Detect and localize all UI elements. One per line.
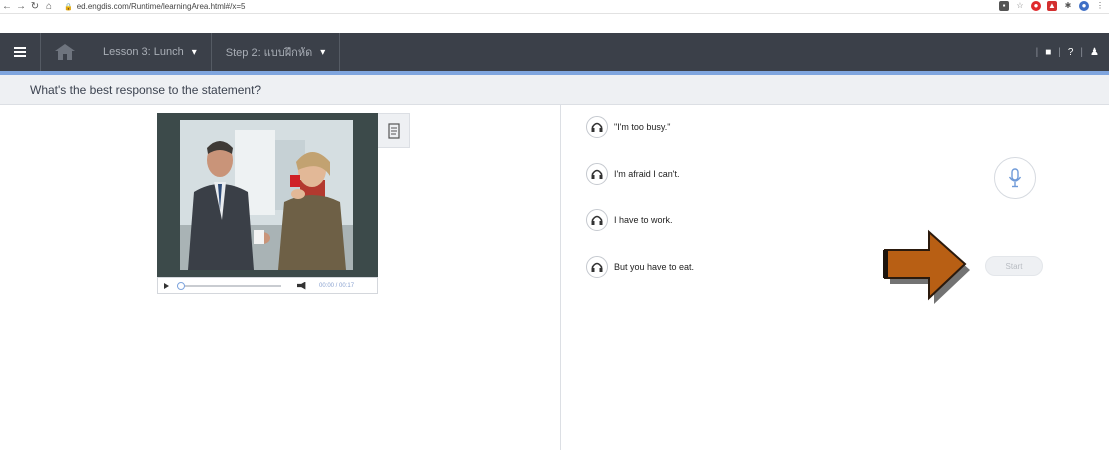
answer-text: I have to work. (614, 215, 673, 225)
instruction-text: What's the best response to the statemen… (30, 82, 262, 97)
puzzle-icon[interactable]: ✱ (1063, 1, 1073, 11)
annotation-arrow-icon (883, 229, 970, 304)
lesson-selector[interactable]: Lesson 3: Lunch ▾ (89, 33, 212, 71)
reload-icon[interactable]: ↻ (28, 0, 42, 14)
pdf-extension-icon[interactable]: ▲ (1047, 1, 1057, 11)
answer-option[interactable]: I have to work. (586, 209, 673, 231)
address-bar[interactable]: 🔒 ed.engdis.com/Runtime/learningArea.htm… (64, 2, 245, 11)
star-icon[interactable]: ☆ (1015, 1, 1025, 11)
url-text: ed.engdis.com/Runtime/learningArea.html#… (76, 2, 246, 11)
hamburger-icon (14, 47, 26, 57)
answer-text: I'm afraid I can't. (614, 169, 680, 179)
house-icon (55, 44, 75, 60)
volume-icon[interactable] (297, 281, 306, 290)
more-icon[interactable]: ⋮ (1095, 1, 1105, 11)
play-icon[interactable] (164, 282, 169, 289)
back-icon[interactable]: ← (0, 0, 14, 14)
microphone-button[interactable] (994, 157, 1036, 199)
browser-toolbar: ← → ↻ ⌂ 🔒 ed.engdis.com/Runtime/learning… (0, 0, 1109, 14)
stop-extension-icon[interactable]: ● (1031, 1, 1041, 11)
answer-option[interactable]: "I'm too busy." (586, 116, 670, 138)
video-still-image (180, 120, 353, 270)
seek-handle[interactable] (177, 281, 185, 290)
seek-bar[interactable] (177, 281, 281, 290)
answer-option[interactable]: I'm afraid I can't. (586, 163, 679, 185)
start-button[interactable]: Start (985, 256, 1043, 276)
chevron-down-icon: ▾ (191, 46, 197, 58)
headphones-icon[interactable] (586, 209, 608, 231)
media-controls: 00:00 / 00:17 (157, 277, 378, 294)
answer-option[interactable]: But you have to eat. (586, 256, 694, 278)
answer-text: "I'm too busy." (614, 122, 671, 132)
headphones-icon[interactable] (586, 163, 608, 185)
user-icon[interactable]: ♟ (1090, 47, 1099, 58)
tools-separator: | (1080, 46, 1084, 58)
app-header: Lesson 3: Lunch ▾ Step 2: แบบฝึกหัด ▾ | … (0, 33, 1109, 71)
script-button[interactable] (378, 113, 410, 148)
script-icon (387, 122, 400, 139)
profile-icon[interactable]: ● (1079, 1, 1089, 11)
instruction-bar: What's the best response to the statemen… (0, 75, 1109, 105)
tools-separator: | (1058, 46, 1061, 58)
step-label: Step 2: แบบฝึกหัด (225, 47, 313, 59)
inbox-icon[interactable]: ■ (1045, 47, 1051, 58)
home-icon[interactable]: ⌂ (42, 0, 56, 14)
microphone-icon (1008, 168, 1022, 188)
headphones-icon[interactable] (586, 116, 608, 138)
lock-icon: 🔒 (64, 3, 73, 11)
camera-icon[interactable]: ▪ (999, 1, 1009, 11)
tools-separator: | (1035, 46, 1039, 58)
headphones-icon[interactable] (586, 256, 608, 278)
video-frame[interactable] (157, 113, 378, 277)
pane-divider (560, 105, 561, 450)
home-button[interactable] (41, 33, 89, 71)
lesson-label: Lesson 3: Lunch (103, 46, 184, 58)
time-readout: 00:00 / 00:17 (319, 282, 355, 289)
menu-button[interactable] (0, 33, 40, 71)
header-tools: | ■ | ? | ♟ (1036, 33, 1099, 71)
forward-icon[interactable]: → (14, 0, 28, 14)
help-icon[interactable]: ? (1068, 47, 1074, 58)
extension-icons: ▪ ☆ ● ▲ ✱ ● ⋮ (999, 1, 1105, 11)
answer-text: But you have to eat. (614, 262, 695, 272)
step-selector[interactable]: Step 2: แบบฝึกหัด ▾ (212, 33, 341, 71)
chevron-down-icon: ▾ (320, 46, 326, 58)
